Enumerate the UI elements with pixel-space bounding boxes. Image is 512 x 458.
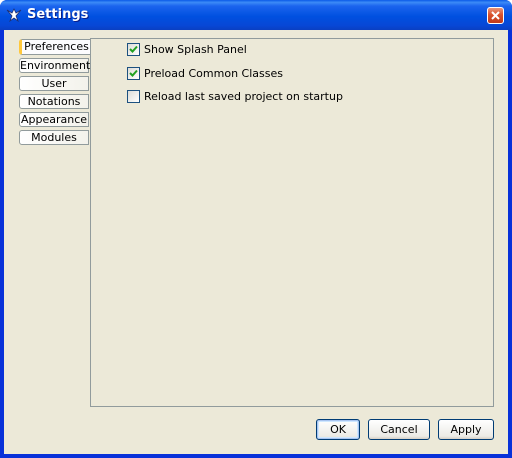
preload-classes-checkbox[interactable] bbox=[127, 67, 140, 80]
close-icon bbox=[491, 11, 500, 20]
tab-user[interactable]: User bbox=[19, 76, 89, 91]
apply-button[interactable]: Apply bbox=[438, 419, 494, 440]
app-icon bbox=[6, 8, 22, 23]
preferences-panel: Show Splash Panel Preload Common Classes… bbox=[90, 38, 494, 407]
tab-notations[interactable]: Notations bbox=[19, 94, 89, 109]
close-button[interactable] bbox=[487, 7, 504, 24]
preload-classes-label: Preload Common Classes bbox=[144, 67, 283, 80]
dialog-client-area: Preferences Environment User Notations A… bbox=[4, 30, 508, 454]
settings-window: Settings Preferences Environment User No… bbox=[0, 0, 512, 458]
window-title: Settings bbox=[27, 7, 89, 22]
checkmark-icon bbox=[129, 45, 138, 53]
cancel-button[interactable]: Cancel bbox=[368, 419, 430, 440]
title-bar[interactable]: Settings bbox=[0, 0, 512, 30]
tab-preferences[interactable]: Preferences bbox=[19, 39, 91, 55]
show-splash-label: Show Splash Panel bbox=[144, 43, 247, 56]
ok-button[interactable]: OK bbox=[316, 419, 360, 440]
checkmark-icon bbox=[129, 69, 138, 77]
reload-project-checkbox[interactable] bbox=[127, 90, 140, 103]
tab-environment[interactable]: Environment bbox=[19, 58, 90, 73]
tab-appearance[interactable]: Appearance bbox=[19, 112, 89, 127]
tab-modules[interactable]: Modules bbox=[19, 130, 89, 145]
show-splash-checkbox[interactable] bbox=[127, 43, 140, 56]
reload-project-label: Reload last saved project on startup bbox=[144, 90, 343, 103]
